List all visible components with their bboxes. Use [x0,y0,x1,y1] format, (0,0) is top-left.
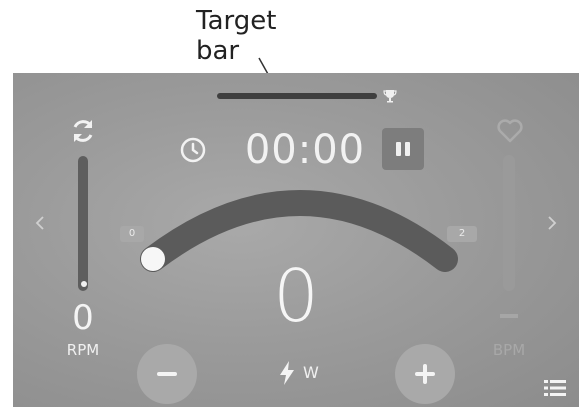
level-min-label: 0 [120,226,144,242]
annotation-line-2: bar [196,36,240,66]
increase-button[interactable] [395,344,455,404]
bolt-icon [280,361,294,385]
level-slider-knob[interactable] [141,247,165,271]
list-menu-icon[interactable] [544,379,566,397]
power-value: 0 [273,254,319,338]
workout-screen: 00:00 0 RPM BPM 0 2 0 W [13,73,579,407]
annotation-line-1: Target [196,6,277,36]
level-max-label: 2 [447,226,477,242]
minus-icon [157,372,177,376]
decrease-button[interactable] [137,344,197,404]
power-unit: W [303,363,319,382]
level-arc [140,190,458,272]
target-bar-annotation: Target bar [196,6,306,66]
plus-icon-vertical [423,364,427,384]
